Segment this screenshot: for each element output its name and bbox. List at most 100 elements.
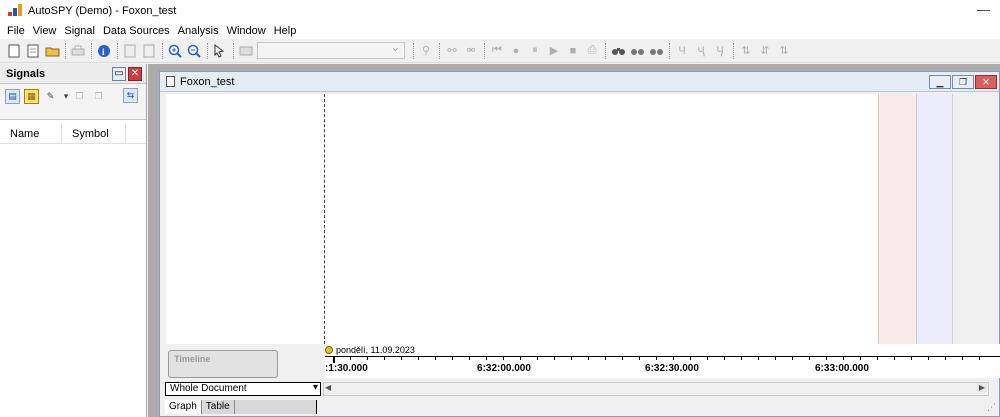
axis-tick	[758, 356, 759, 360]
axis-tick	[520, 356, 521, 360]
axis-tick	[690, 356, 691, 360]
zoom-in-icon[interactable]	[167, 43, 183, 59]
toolbar-separator	[65, 42, 66, 59]
axis-tick	[622, 356, 623, 360]
step-back-icon[interactable]: ⏮	[489, 43, 505, 59]
dropdown-arrow-icon[interactable]: ▾	[62, 89, 70, 104]
export-icon[interactable]: ⎙	[584, 43, 600, 59]
menu-signal[interactable]: Signal	[61, 25, 98, 37]
axis-tick	[554, 356, 555, 360]
toolbar-separator	[117, 42, 118, 59]
pointer-icon[interactable]	[212, 43, 228, 59]
stop-icon[interactable]: ■	[565, 43, 581, 59]
column-symbol[interactable]: Symbol	[62, 123, 126, 144]
view-tabs: Graph Table	[165, 400, 317, 414]
folder-icon[interactable]	[44, 43, 60, 59]
axis-tick	[843, 356, 844, 360]
source-select[interactable]	[257, 41, 405, 59]
menu-window[interactable]: Window	[224, 25, 269, 37]
tick-label: 6:32:00.000	[477, 363, 531, 374]
doc-restore-button[interactable]: ❐	[952, 75, 974, 89]
tab-graph[interactable]: Graph	[165, 400, 202, 414]
axis-tick	[656, 356, 657, 360]
axis-tick	[367, 356, 368, 360]
axis-tick	[860, 356, 861, 360]
menu-view[interactable]: View	[30, 25, 60, 37]
signal-paste-icon[interactable]: ❐	[91, 89, 106, 104]
menu-data-sources[interactable]: Data Sources	[100, 25, 173, 37]
toolbar-separator	[413, 42, 414, 59]
panel-minimize-button[interactable]: ▭	[112, 67, 126, 81]
signals-title: Signals	[6, 67, 46, 80]
menu-file[interactable]: File	[4, 25, 28, 37]
tab-table[interactable]: Table	[202, 400, 235, 414]
signals-toolbar: ▤ ▦ ✎ ▾ ❐ ❐ ⇆	[0, 84, 146, 108]
menu-bar: File View Signal Data Sources Analysis W…	[0, 22, 1000, 39]
resize-grip-icon[interactable]: ⋰	[987, 402, 996, 413]
page-setup-icon[interactable]	[122, 43, 138, 59]
minimize-button[interactable]: —	[977, 2, 990, 17]
toolbar-separator	[91, 42, 92, 59]
scroll-left-icon[interactable]: ◀	[325, 383, 331, 392]
unlink-icon[interactable]: ⚮	[463, 43, 479, 59]
axis-tick	[962, 356, 963, 360]
axis-tick	[486, 356, 487, 360]
find-next-icon[interactable]	[648, 43, 664, 59]
mdi-workspace: Foxon_test ▁ ❐ ✕ Timeline pondělí, 11.09…	[148, 64, 1000, 417]
signal-copy-icon[interactable]: ❐	[72, 89, 87, 104]
axis-tick	[894, 356, 895, 360]
binoculars-icon[interactable]	[610, 43, 626, 59]
document-window-controls: ▁ ❐ ✕	[928, 75, 997, 89]
info-icon[interactable]: i	[96, 43, 112, 59]
axis-line	[325, 356, 1000, 357]
timeline-label-box: Timeline	[168, 350, 278, 378]
cursor-diff-icon[interactable]: Ҷ	[693, 43, 709, 59]
connect-icon[interactable]: ⚲	[418, 43, 434, 59]
menu-help[interactable]: Help	[271, 25, 300, 37]
signals-filter-bar[interactable]	[0, 108, 146, 120]
axis-tick	[333, 356, 335, 363]
sync-icon[interactable]: ⇆	[123, 88, 138, 103]
bottom-controls: Whole Document ◀ ▶	[165, 382, 995, 396]
play-icon[interactable]: ▶	[546, 43, 562, 59]
link-icon[interactable]: ⚯	[444, 43, 460, 59]
horizontal-scrollbar[interactable]: ◀ ▶	[323, 382, 989, 396]
open-icon[interactable]	[25, 43, 41, 59]
axis-tick	[435, 356, 436, 360]
highlight-band-blue	[916, 94, 952, 344]
graph-canvas[interactable]	[166, 94, 960, 344]
zoom-out-icon[interactable]	[186, 43, 202, 59]
page-preview-icon[interactable]	[141, 43, 157, 59]
view-range-select[interactable]: Whole Document	[165, 382, 321, 396]
doc-minimize-button[interactable]: ▁	[929, 75, 951, 89]
panel-close-button[interactable]: ✕	[128, 67, 142, 81]
find-prev-icon[interactable]	[629, 43, 645, 59]
axis-tick	[945, 356, 946, 360]
new-icon[interactable]	[6, 43, 22, 59]
doc-close-button[interactable]: ✕	[975, 75, 997, 89]
time-axis[interactable]: pondělí, 11.09.2023 :1:30.000 6:32:00.00…	[325, 344, 1000, 378]
toolbar-separator	[669, 42, 670, 59]
axis-tick	[877, 356, 878, 360]
window-title: AutoSPY (Demo) - Foxon_test	[28, 5, 177, 17]
column-name[interactable]: Name	[0, 123, 62, 144]
signal-list-icon[interactable]: ▤	[5, 88, 20, 104]
graph-left-gutter	[166, 94, 325, 344]
marker-remove-icon[interactable]: ⇅	[776, 43, 792, 59]
pause-icon[interactable]: ⏸	[527, 43, 543, 59]
signal-tag-icon[interactable]: ✎	[43, 89, 58, 104]
toolbar-separator	[233, 42, 234, 59]
record-icon[interactable]: ●	[508, 43, 524, 59]
axis-tick	[775, 356, 776, 360]
axis-tick	[605, 356, 606, 360]
cursor-measure-icon[interactable]: Ӌ	[712, 43, 728, 59]
signal-folder-icon[interactable]: ▦	[24, 88, 39, 104]
date-label: pondělí, 11.09.2023	[325, 345, 415, 355]
marker-add-icon[interactable]: ⇵	[757, 43, 773, 59]
print-icon[interactable]	[70, 43, 86, 59]
menu-analysis[interactable]: Analysis	[175, 25, 222, 37]
signal-icon[interactable]	[238, 43, 254, 59]
scroll-right-icon[interactable]: ▶	[977, 383, 987, 392]
marker-icon[interactable]: ⇅	[738, 43, 754, 59]
cursor-icon[interactable]: Ч	[674, 43, 690, 59]
